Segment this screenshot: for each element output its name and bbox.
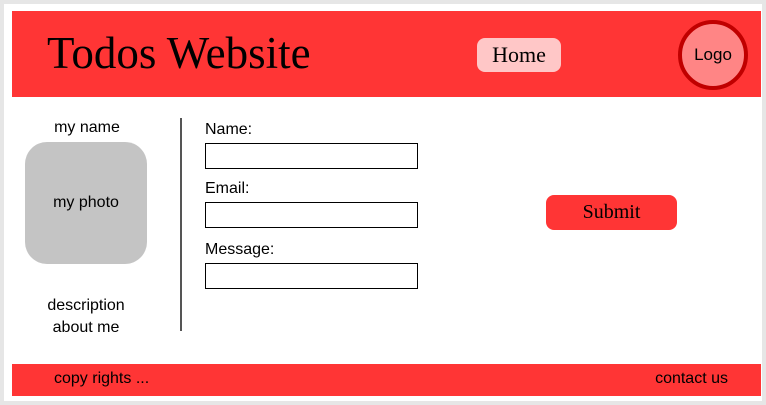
message-field[interactable] — [205, 263, 418, 289]
profile-description: description about me — [47, 297, 125, 336]
name-field[interactable] — [205, 143, 418, 169]
site-header: Todos Website Home Logo — [12, 11, 761, 97]
contact-us-link[interactable]: contact us — [655, 370, 728, 388]
site-title: Todos Website — [47, 28, 311, 78]
logo[interactable]: Logo — [678, 20, 748, 90]
profile-photo-label: my photo — [53, 194, 119, 211]
name-label: Name: — [205, 121, 253, 138]
profile-name: my name — [54, 119, 120, 136]
email-field[interactable] — [205, 202, 418, 228]
submit-button[interactable]: Submit — [546, 195, 677, 230]
home-button[interactable]: Home — [477, 38, 561, 72]
profile-photo: my photo — [25, 142, 147, 264]
message-label: Message: — [205, 241, 275, 258]
email-label: Email: — [205, 180, 250, 197]
site-footer: copy rights ... contact us — [12, 364, 761, 396]
page: Todos Website Home Logo my name my photo… — [4, 4, 762, 401]
copyright-text: copy rights ... — [54, 370, 150, 387]
vertical-divider — [180, 118, 182, 331]
